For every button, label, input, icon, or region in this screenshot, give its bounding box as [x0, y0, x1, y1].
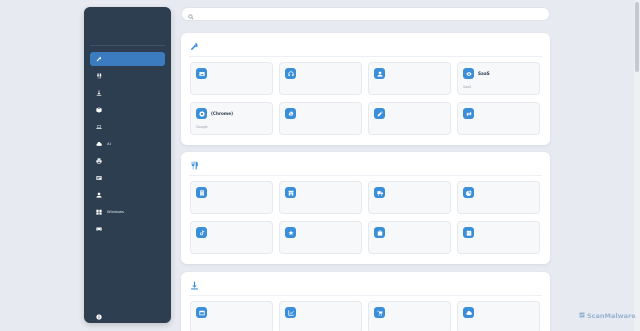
sidebar-item-ai[interactable]: AI [90, 137, 165, 151]
tool-card[interactable] [368, 221, 451, 254]
vr-headset-icon [95, 225, 103, 233]
sidebar-nav: AI Windows [90, 52, 165, 239]
section-divider [189, 295, 542, 296]
windows-icon [95, 208, 103, 216]
sidebar-item-label: AI [107, 141, 111, 146]
tool-card[interactable] [457, 181, 540, 214]
truck-icon [374, 187, 385, 198]
sidebar-item-label: Windows [107, 209, 124, 214]
sidebar-item-tools[interactable] [90, 52, 165, 66]
eye-icon [463, 68, 474, 79]
tool-card[interactable] [368, 62, 451, 95]
cloud-icon [463, 307, 474, 318]
tool-card[interactable] [457, 301, 540, 331]
category-section [181, 152, 550, 264]
section-header [189, 41, 203, 51]
user-badge-icon [374, 68, 385, 79]
card-description: Google [196, 125, 208, 129]
tool-card[interactable] [279, 102, 362, 135]
sidebar-footer-item[interactable] [90, 310, 165, 324]
search-input[interactable] [198, 9, 538, 19]
shop-icon [285, 187, 296, 198]
scrollbar-thumb[interactable] [635, 2, 639, 72]
section-header [189, 280, 203, 290]
cloud-icon [95, 140, 103, 148]
watermark: ScanMalware [578, 311, 636, 321]
brand-title [84, 7, 171, 15]
utensils-icon [189, 160, 199, 170]
sidebar-item-card[interactable] [90, 171, 165, 185]
sidebar-item-dining[interactable] [90, 69, 165, 83]
tool-card[interactable] [279, 181, 362, 214]
sidebar: AI Windows [84, 7, 171, 323]
chrome-icon [196, 108, 207, 119]
sidebar-item-laptop[interactable] [90, 120, 165, 134]
card-title: (Chrome) [211, 111, 234, 116]
edit-icon [374, 108, 385, 119]
sidebar-brand [84, 7, 171, 45]
tool-card[interactable]: SaaS SaaS [457, 62, 540, 95]
tiktok-icon [196, 227, 207, 238]
tool-card[interactable] [190, 62, 273, 95]
download-icon [95, 89, 103, 97]
id-card-icon [95, 174, 103, 182]
category-section [181, 272, 550, 331]
tool-card[interactable] [190, 301, 273, 331]
tool-card[interactable]: (Chrome) Google [190, 102, 273, 135]
tools-icon [189, 41, 199, 51]
pie-chart-icon [463, 187, 474, 198]
tool-card[interactable] [368, 102, 451, 135]
image-icon [196, 68, 207, 79]
section-divider [189, 56, 542, 57]
info-icon [95, 313, 103, 321]
tool-card[interactable] [368, 181, 451, 214]
sidebar-item-windows[interactable]: Windows [90, 205, 165, 219]
tool-card[interactable] [279, 301, 362, 331]
sidebar-item-vr[interactable] [90, 222, 165, 236]
section-header [189, 160, 203, 170]
page-scrollbar[interactable] [634, 0, 640, 331]
watermark-text: ScanMalware [587, 312, 636, 320]
printer-icon [95, 157, 103, 165]
headset-icon [285, 68, 296, 79]
laptop-icon [95, 123, 103, 131]
sidebar-item-download[interactable] [90, 86, 165, 100]
gear-icon [285, 108, 296, 119]
sidebar-item-box[interactable] [90, 103, 165, 117]
exchange-icon [463, 108, 474, 119]
cart-icon [374, 307, 385, 318]
category-section: SaaS SaaS (Chrome) Google [181, 33, 550, 145]
section-divider [189, 175, 542, 176]
sidebar-item-user[interactable] [90, 188, 165, 202]
tool-card[interactable] [190, 221, 273, 254]
building-icon [196, 187, 207, 198]
watermark-logo-icon [578, 311, 587, 321]
bag-icon [374, 227, 385, 238]
tool-card[interactable] [190, 181, 273, 214]
tool-card[interactable] [279, 221, 362, 254]
calendar-icon [463, 227, 474, 238]
utensils-icon [95, 72, 103, 80]
tool-card[interactable] [368, 301, 451, 331]
box-icon [95, 106, 103, 114]
user-icon [95, 191, 103, 199]
card-title: SaaS [478, 71, 490, 76]
card-description: SaaS [463, 85, 472, 89]
download-icon [189, 280, 199, 290]
tool-card[interactable] [457, 102, 540, 135]
star-icon [285, 227, 296, 238]
search-bar [181, 7, 550, 21]
tool-card[interactable] [457, 221, 540, 254]
search-icon [188, 5, 194, 24]
sidebar-item-printer[interactable] [90, 154, 165, 168]
line-chart-icon [285, 307, 296, 318]
sidebar-divider [90, 45, 165, 46]
tool-card[interactable] [279, 62, 362, 95]
window-icon [196, 307, 207, 318]
tools-icon [95, 55, 103, 63]
